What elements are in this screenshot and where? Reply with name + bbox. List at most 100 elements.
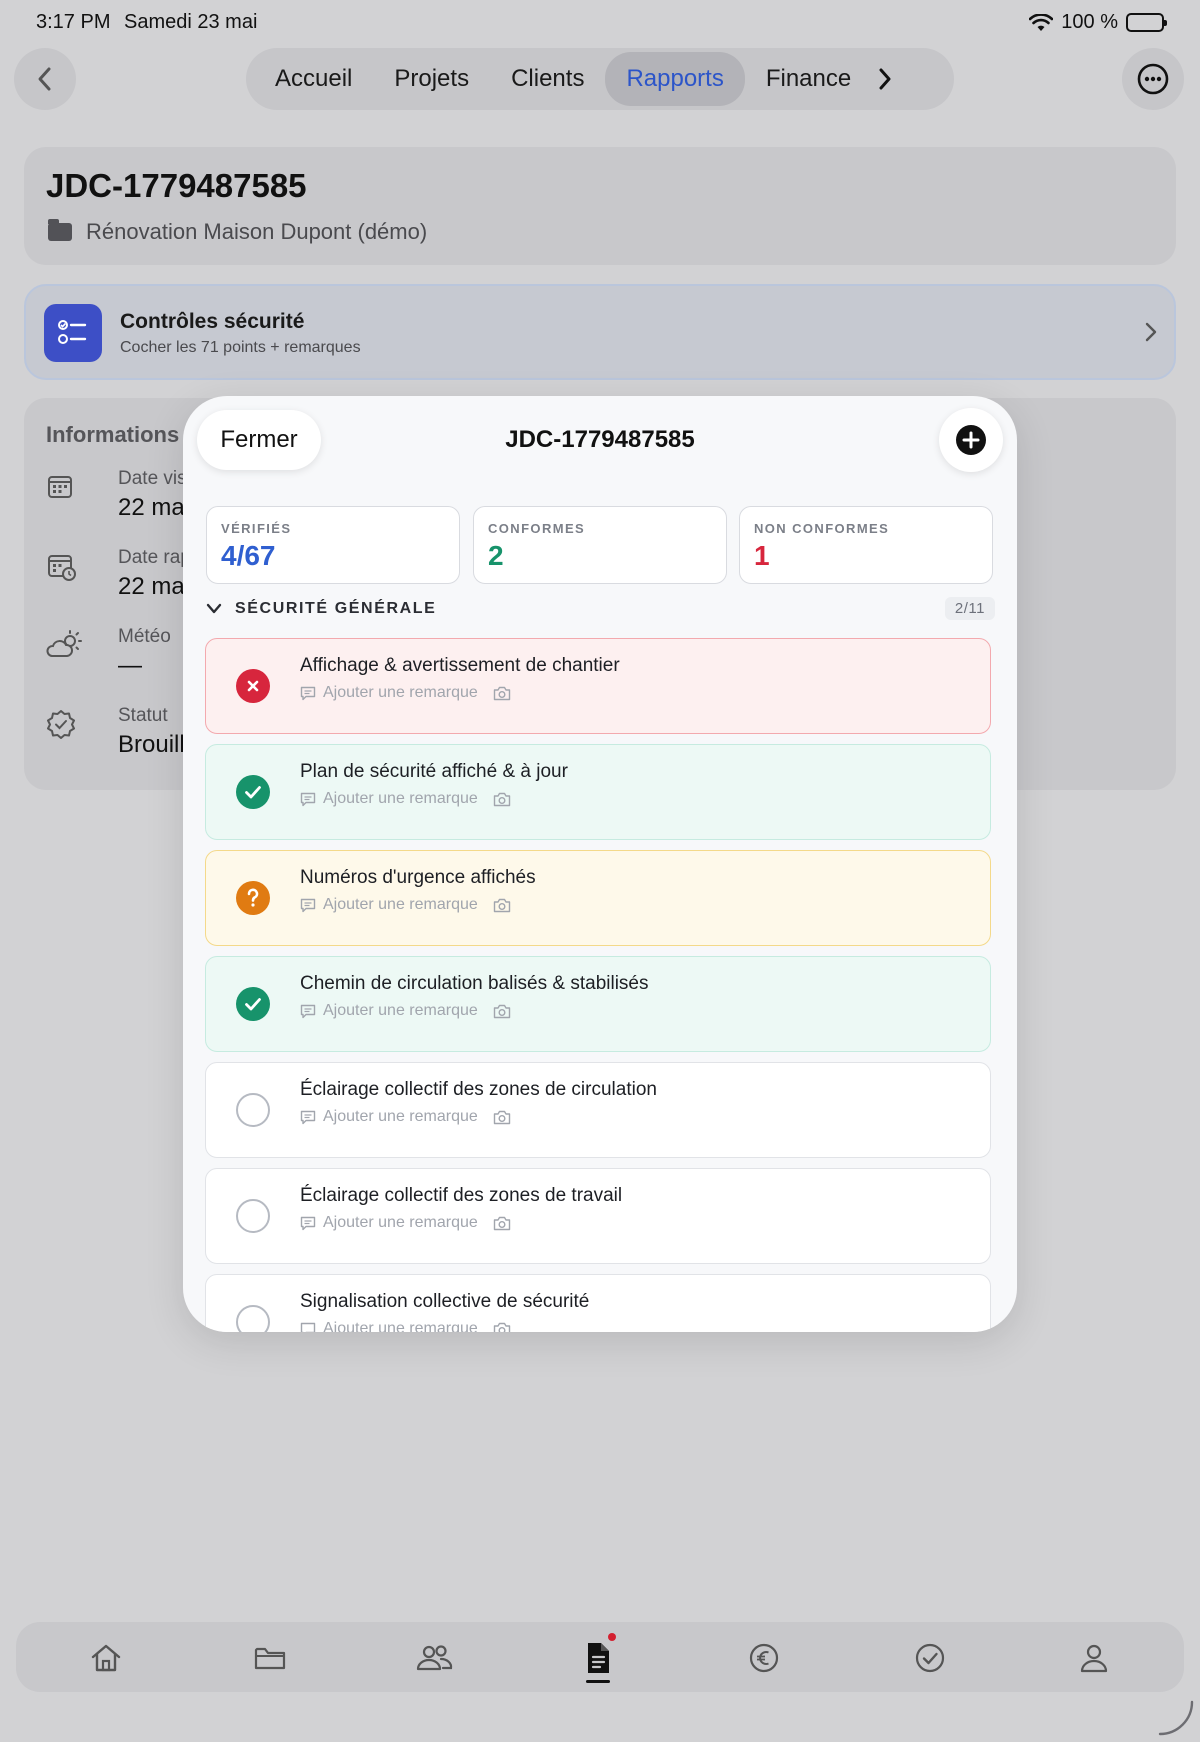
euro-icon[interactable]: [744, 1638, 784, 1678]
tab-projets[interactable]: Projets: [373, 52, 490, 106]
empty-circle-icon[interactable]: [236, 1199, 270, 1233]
calendar-icon: [46, 472, 76, 502]
chevron-down-icon: [205, 602, 223, 616]
checklist-item[interactable]: Chemin de circulation balisés & stabilis…: [205, 956, 991, 1052]
report-project: Rénovation Maison Dupont (démo): [48, 219, 427, 245]
chevron-right-icon: [1144, 320, 1158, 344]
folder-icon[interactable]: [250, 1638, 290, 1678]
back-button[interactable]: [14, 48, 76, 110]
check-circle-icon[interactable]: [236, 987, 270, 1021]
status-right: 100 %: [1029, 11, 1167, 34]
add-remark-link[interactable]: Ajouter une remarque: [300, 1002, 511, 1020]
battery-percent: 100 %: [1061, 11, 1118, 33]
add-remark-link[interactable]: Ajouter une remarque: [300, 684, 511, 702]
checklist-item[interactable]: Numéros d'urgence affichés Ajouter une r…: [205, 850, 991, 946]
comment-icon: [300, 1110, 316, 1125]
status-bar: 3:17 PM Samedi 23 mai 100 %: [0, 0, 1200, 46]
stat-value: 1: [754, 540, 770, 571]
camera-icon[interactable]: [493, 792, 511, 807]
remark-label: Ajouter une remarque: [323, 1320, 478, 1332]
report-id: JDC-1779487585: [46, 167, 307, 204]
more-button[interactable]: [1122, 48, 1184, 110]
remark-label: Ajouter une remarque: [323, 896, 478, 913]
safety-checklist-sheet: Fermer JDC-1779487585 VÉRIFIÉS 4/67 CONF…: [183, 396, 1017, 1332]
remark-label: Ajouter une remarque: [323, 790, 478, 807]
check-circle-icon[interactable]: [910, 1638, 950, 1678]
person-icon[interactable]: [1074, 1638, 1114, 1678]
stat-label: CONFORMES: [488, 521, 586, 536]
add-remark-link[interactable]: Ajouter une remarque: [300, 1108, 511, 1126]
chevron-right-icon[interactable]: [876, 66, 894, 92]
comment-icon: [300, 792, 316, 807]
info-value: —: [118, 652, 142, 679]
people-icon[interactable]: [414, 1638, 454, 1678]
plus-circle-icon: [955, 424, 987, 456]
checklist-item[interactable]: Éclairage collectif des zones de circula…: [205, 1062, 991, 1158]
tab-clients[interactable]: Clients: [490, 52, 605, 106]
stat-verified: VÉRIFIÉS 4/67: [206, 506, 460, 584]
comment-icon: [300, 1216, 316, 1231]
report-icon[interactable]: [578, 1633, 618, 1683]
checklist-item[interactable]: Plan de sécurité affiché & à jour Ajoute…: [205, 744, 991, 840]
home-icon[interactable]: [86, 1638, 126, 1678]
camera-icon[interactable]: [493, 1110, 511, 1125]
camera-icon[interactable]: [493, 1322, 511, 1332]
empty-circle-icon[interactable]: [236, 1093, 270, 1127]
tab-finance[interactable]: Finance: [745, 52, 872, 106]
status-date: Samedi 23 mai: [124, 11, 258, 33]
checklist-item[interactable]: Éclairage collectif des zones de travail…: [205, 1168, 991, 1264]
stat-value: 2: [488, 540, 504, 571]
add-remark-link[interactable]: Ajouter une remarque: [300, 1320, 511, 1332]
add-button[interactable]: [939, 408, 1003, 472]
battery-icon: [1126, 13, 1167, 32]
wifi-icon: [1029, 13, 1054, 32]
add-remark-link[interactable]: Ajouter une remarque: [300, 896, 511, 914]
section-header[interactable]: SÉCURITÉ GÉNÉRALE 2/11: [205, 596, 995, 624]
info-label: Météo: [118, 626, 171, 647]
check-seal-icon: [46, 709, 76, 739]
checklist-item[interactable]: Affichage & avertissement de chantier Aj…: [205, 638, 991, 734]
sheet-title: JDC-1779487585: [505, 426, 695, 453]
check-circle-icon[interactable]: [236, 775, 270, 809]
comment-icon: [300, 1322, 316, 1332]
item-label: Plan de sécurité affiché & à jour: [300, 761, 568, 782]
section-title: SÉCURITÉ GÉNÉRALE: [235, 600, 437, 617]
camera-icon[interactable]: [493, 1216, 511, 1231]
empty-circle-icon[interactable]: [236, 1305, 270, 1332]
report-header-card: JDC-1779487585 Rénovation Maison Dupont …: [24, 147, 1176, 265]
project-name: Rénovation Maison Dupont (démo): [86, 219, 428, 244]
camera-icon[interactable]: [493, 686, 511, 701]
x-circle-icon[interactable]: [236, 669, 270, 703]
item-label: Signalisation collective de sécurité: [300, 1291, 590, 1312]
resize-handle-icon[interactable]: [1158, 1700, 1194, 1736]
tab-accueil[interactable]: Accueil: [254, 52, 373, 106]
add-remark-link[interactable]: Ajouter une remarque: [300, 790, 511, 808]
add-remark-link[interactable]: Ajouter une remarque: [300, 1214, 511, 1232]
calendar-clock-icon: [46, 551, 76, 581]
remark-label: Ajouter une remarque: [323, 1108, 478, 1125]
comment-icon: [300, 686, 316, 701]
bottom-tab-bar: [16, 1622, 1184, 1692]
status-time: 3:17 PM: [36, 11, 111, 33]
item-label: Affichage & avertissement de chantier: [300, 655, 620, 676]
active-tab-indicator: [586, 1680, 610, 1683]
checklist-icon: [44, 304, 102, 362]
folder-icon: [48, 219, 72, 241]
info-label: Statut: [118, 705, 168, 726]
safety-controls-card[interactable]: Contrôles sécurité Cocher les 71 points …: [24, 284, 1176, 380]
remark-label: Ajouter une remarque: [323, 684, 478, 701]
camera-icon[interactable]: [493, 898, 511, 913]
tab-rapports[interactable]: Rapports: [605, 52, 745, 106]
item-label: Chemin de circulation balisés & stabilis…: [300, 973, 649, 994]
informations-heading: Informations: [46, 422, 180, 447]
remark-label: Ajouter une remarque: [323, 1002, 478, 1019]
comment-icon: [300, 898, 316, 913]
item-label: Éclairage collectif des zones de travail: [300, 1185, 623, 1206]
stat-label: VÉRIFIÉS: [221, 521, 292, 536]
camera-icon[interactable]: [493, 1004, 511, 1019]
chevron-left-icon: [35, 65, 55, 93]
question-circle-icon[interactable]: [236, 881, 270, 915]
checklist-item[interactable]: Signalisation collective de sécurité Ajo…: [205, 1274, 991, 1332]
notification-dot: [608, 1633, 616, 1641]
stat-label: NON CONFORMES: [754, 521, 890, 536]
